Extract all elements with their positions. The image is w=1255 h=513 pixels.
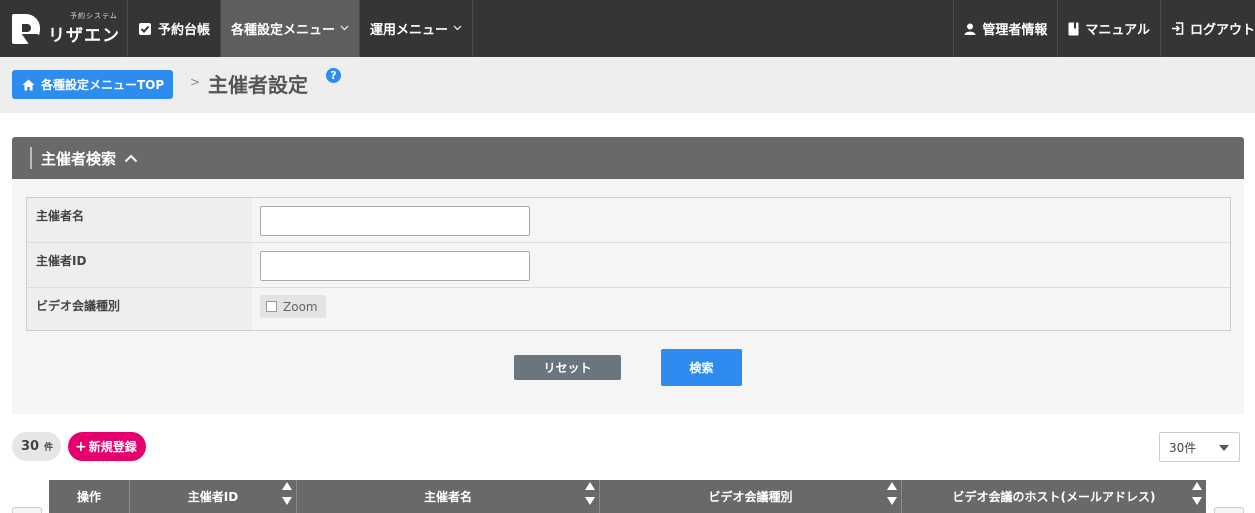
chevron-down-icon: [340, 24, 349, 34]
logout-icon: [1171, 22, 1184, 35]
nav-label: 予約台帳: [158, 23, 211, 38]
organizer-name-input[interactable]: [260, 206, 530, 236]
column-header-video-host[interactable]: ビデオ会議のホスト(メールアドレス): [902, 480, 1206, 513]
result-count: 30: [21, 439, 40, 454]
column-label: 主催者ID: [187, 490, 239, 504]
column-label: ビデオ会議のホスト(メールアドレス): [952, 490, 1156, 504]
column-label: ビデオ会議種別: [708, 490, 793, 504]
breadcrumb-home-label: 各種設定メニューTOP: [41, 78, 165, 92]
logo-name: リザエン: [48, 26, 120, 46]
field-label: 主催者ID: [27, 243, 252, 287]
nav-manual[interactable]: マニュアル: [1057, 0, 1160, 57]
sort-icon[interactable]: [585, 482, 595, 505]
checkbox-label: Zoom: [283, 299, 318, 314]
field-label: 主催者名: [27, 198, 252, 242]
search-button[interactable]: 検索: [661, 349, 742, 386]
nav-operations-menu[interactable]: 運用メニュー: [360, 0, 474, 57]
new-registration-label: 新規登録: [88, 440, 137, 454]
new-registration-button[interactable]: + 新規登録: [68, 432, 146, 461]
reset-button[interactable]: リセット: [514, 355, 621, 380]
search-panel-title: 主催者検索: [41, 149, 117, 168]
plus-icon: +: [75, 438, 87, 455]
table-scroll-right[interactable]: [1214, 507, 1244, 513]
check-square-icon: [138, 22, 152, 36]
column-header-video-type[interactable]: ビデオ会議種別: [600, 480, 902, 513]
column-header-actions: 操作: [49, 480, 130, 513]
sort-icon[interactable]: [282, 482, 292, 505]
result-count-badge: 30 件: [12, 432, 62, 461]
nav-settings-menu[interactable]: 各種設定メニュー: [221, 0, 361, 57]
nav-label: マニュアル: [1085, 23, 1150, 38]
top-navbar: 予約システム リザエン 予約台帳 各種設定メニュー 運用メニュー 管理者情報 マ…: [0, 0, 1255, 57]
search-form: 主催者名 主催者ID ビデオ会議種別 Zoom: [26, 197, 1231, 331]
panel-divider: [30, 147, 32, 169]
page-title: 主催者設定: [208, 73, 308, 97]
app-logo[interactable]: 予約システム リザエン: [0, 0, 128, 57]
column-label: 操作: [76, 490, 101, 504]
breadcrumb-home-button[interactable]: 各種設定メニューTOP: [12, 70, 174, 99]
nav-logout[interactable]: ログアウト: [1159, 0, 1255, 57]
caret-down-icon: [1219, 445, 1229, 451]
sort-icon[interactable]: [887, 482, 897, 505]
field-label: ビデオ会議種別: [27, 288, 252, 330]
form-row-video-type: ビデオ会議種別 Zoom: [27, 288, 1230, 330]
logo-mark-icon: [12, 13, 47, 46]
checkbox-icon[interactable]: [266, 301, 277, 312]
per-page-select[interactable]: 30件: [1159, 432, 1240, 462]
column-header-organizer-name[interactable]: 主催者名: [297, 480, 600, 513]
help-icon[interactable]: ?: [326, 68, 341, 83]
chevron-down-icon: [453, 24, 462, 34]
search-panel-body: 主催者名 主催者ID ビデオ会議種別 Zoom リセット 検索: [12, 179, 1244, 414]
nav-admin-info[interactable]: 管理者情報: [953, 0, 1057, 57]
nav-label: 各種設定メニュー: [231, 23, 336, 38]
organizer-id-input[interactable]: [260, 251, 530, 281]
per-page-value: 30件: [1169, 440, 1197, 455]
chevron-up-icon[interactable]: [124, 154, 138, 163]
book-icon: [1068, 22, 1079, 36]
search-panel-header[interactable]: 主催者検索: [12, 137, 1244, 179]
home-icon: [22, 79, 35, 91]
column-header-organizer-id[interactable]: 主催者ID: [130, 480, 297, 513]
nav-reservation-ledger[interactable]: 予約台帳: [128, 0, 222, 57]
form-row-organizer-name: 主催者名: [27, 198, 1230, 243]
user-icon: [964, 23, 976, 35]
nav-label: ログアウト: [1189, 23, 1255, 38]
result-count-unit: 件: [44, 443, 54, 453]
nav-label: 運用メニュー: [370, 23, 449, 38]
zoom-checkbox[interactable]: Zoom: [260, 295, 326, 318]
results-table-header: 操作 主催者ID 主催者名 ビデオ会議種別 ビデオ会議のホスト(メールアドレス): [49, 480, 1206, 513]
table-scroll-left[interactable]: [12, 507, 42, 513]
breadcrumb: 各種設定メニューTOP > 主催者設定 ?: [0, 57, 1255, 113]
breadcrumb-separator: >: [190, 75, 201, 89]
form-row-organizer-id: 主催者ID: [27, 243, 1230, 288]
logo-subtitle: 予約システム: [70, 12, 118, 20]
nav-label: 管理者情報: [982, 23, 1048, 38]
column-label: 主催者名: [423, 490, 472, 504]
sort-icon[interactable]: [1192, 482, 1202, 505]
